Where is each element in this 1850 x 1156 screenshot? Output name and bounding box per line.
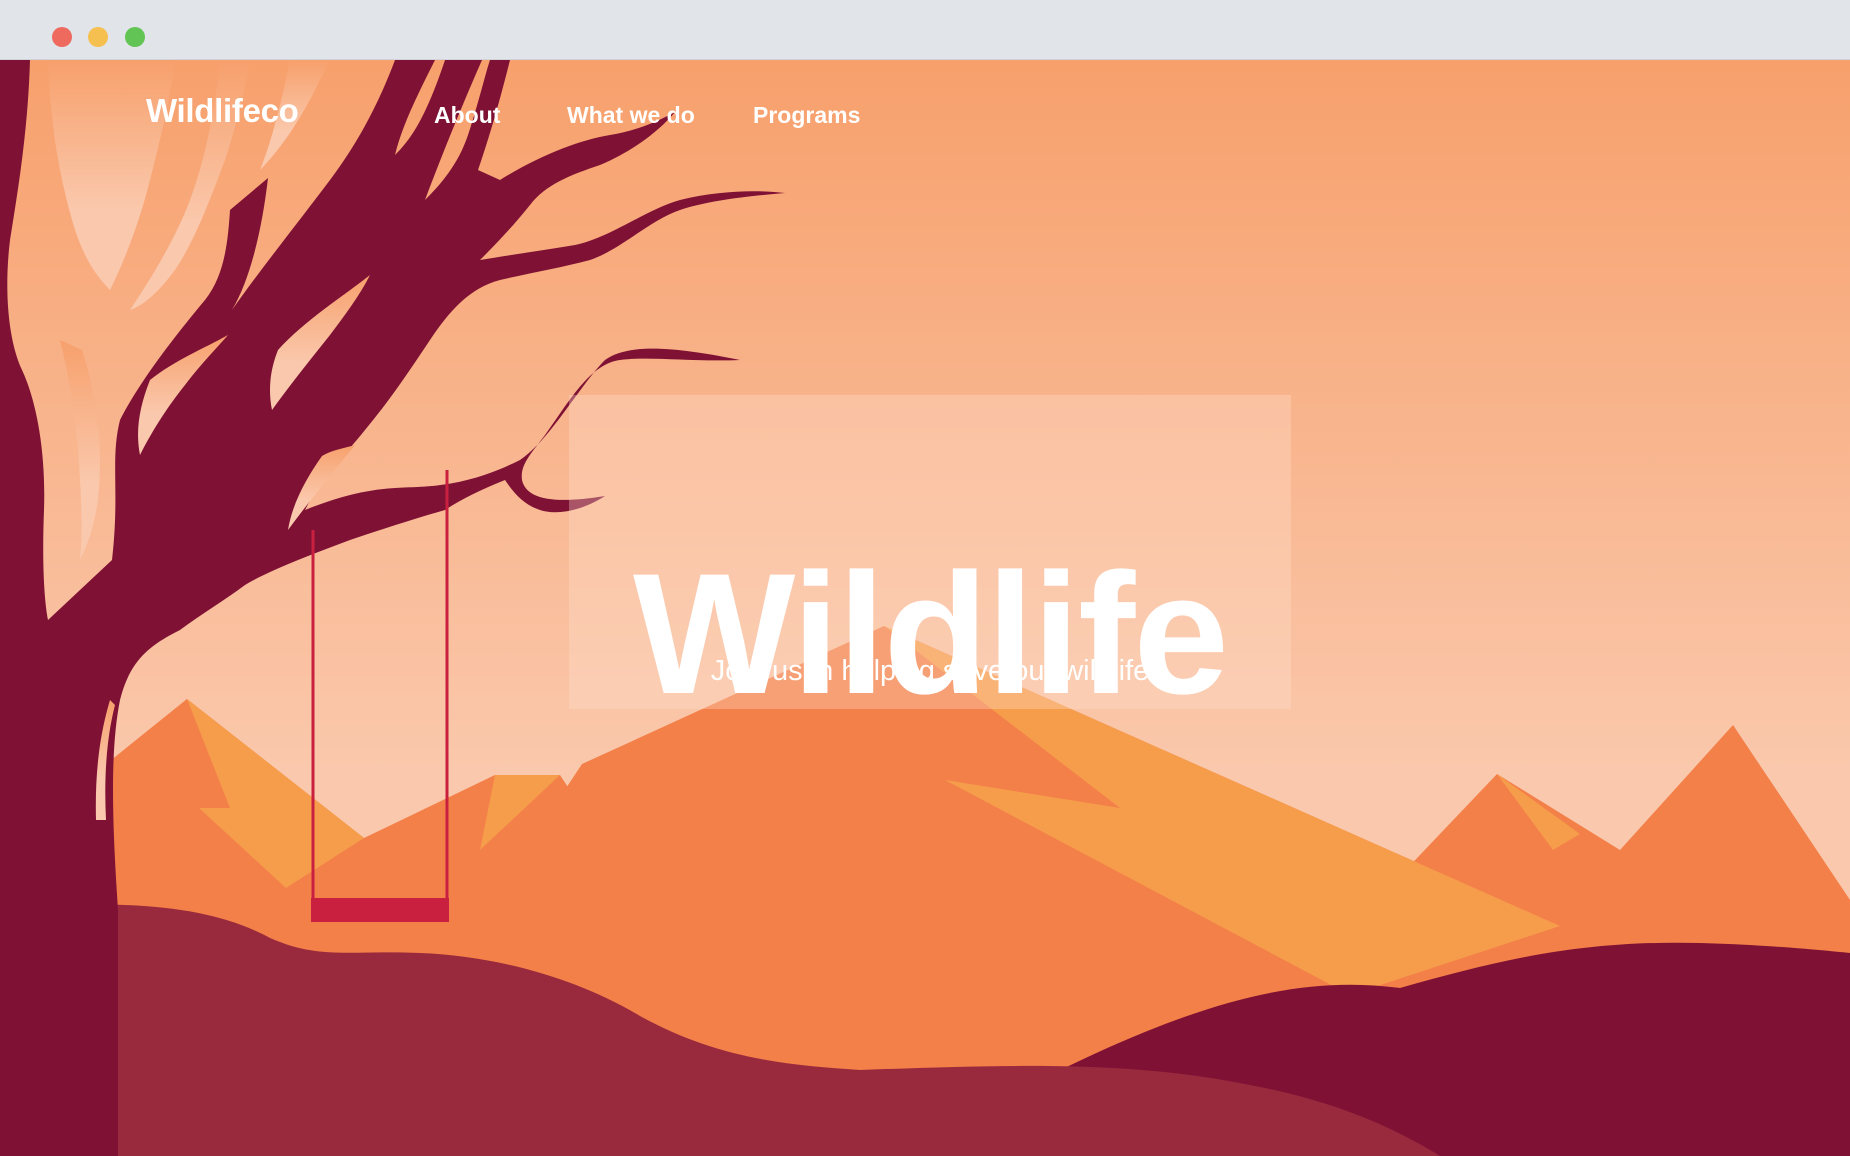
maximize-window-button[interactable] bbox=[125, 27, 145, 47]
nav-link-programs[interactable]: Programs bbox=[753, 102, 860, 129]
swing-seat bbox=[311, 898, 449, 922]
top-navigation: Wildlifeco About What we do Programs bbox=[0, 60, 1850, 170]
browser-titlebar bbox=[0, 0, 1850, 60]
page-viewport: Wildlifeco About What we do Programs Wil… bbox=[0, 60, 1850, 1156]
brand-logo[interactable]: Wildlifeco bbox=[146, 92, 299, 130]
browser-window: Wildlifeco About What we do Programs Wil… bbox=[0, 0, 1850, 1156]
hero-panel: Wildlife Join us in helping save our wil… bbox=[569, 395, 1291, 720]
hero-subtitle: Join us in helping save our wildlife bbox=[710, 655, 1150, 687]
nav-link-about[interactable]: About bbox=[434, 102, 500, 129]
minimize-window-button[interactable] bbox=[88, 27, 108, 47]
hero-title: Wildlife bbox=[633, 538, 1229, 731]
nav-link-what-we-do[interactable]: What we do bbox=[567, 102, 695, 129]
close-window-button[interactable] bbox=[52, 27, 72, 47]
